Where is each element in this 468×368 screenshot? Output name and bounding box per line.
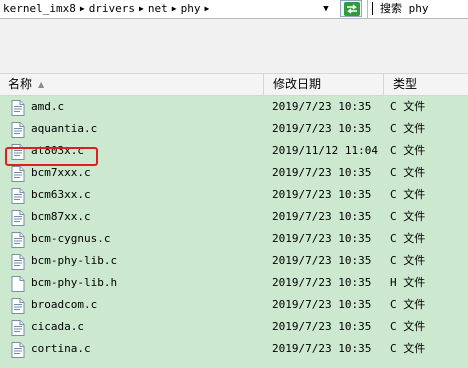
file-name: bcm-phy-lib.c — [31, 254, 118, 267]
file-type: C 文件 — [390, 210, 426, 223]
address-bar[interactable]: kernel_imx8 ▶ drivers ▶ net ▶ phy ▶ ▼ 搜索 phy — [0, 0, 468, 19]
file-type: C 文件 — [390, 232, 426, 245]
breadcrumb[interactable]: kernel_imx8 ▶ drivers ▶ net ▶ phy ▶ — [3, 2, 213, 16]
breadcrumb-item[interactable]: drivers — [89, 2, 135, 16]
c-file-icon — [11, 122, 25, 138]
file-modified-date: 2019/7/23 10:35 — [272, 232, 372, 245]
file-modified-date: 2019/7/23 10:35 — [272, 188, 372, 201]
column-header: 名称 ▲ 修改日期 类型 — [0, 74, 468, 96]
file-row[interactable]: cicada.c 2019/7/23 10:35 C 文件 — [0, 316, 468, 338]
search-input[interactable]: 搜索 phy — [367, 0, 468, 18]
file-type: C 文件 — [390, 320, 426, 333]
c-file-icon — [11, 320, 25, 336]
c-file-icon — [11, 298, 25, 314]
address-history-dropdown[interactable]: ▼ — [318, 1, 334, 17]
file-name: cortina.c — [31, 342, 91, 355]
file-row[interactable]: amd.c 2019/7/23 10:35 C 文件 — [0, 96, 468, 118]
h-file-icon — [11, 276, 25, 292]
file-name: cicada.c — [31, 320, 84, 333]
file-type: H 文件 — [390, 276, 426, 289]
refresh-button[interactable] — [340, 0, 362, 17]
file-type: C 文件 — [390, 188, 426, 201]
file-name: bcm-phy-lib.h — [31, 276, 118, 289]
breadcrumb-item[interactable]: phy — [181, 2, 201, 16]
refresh-icon — [344, 2, 360, 16]
file-name: aquantia.c — [31, 122, 98, 135]
breadcrumb-chevron-icon[interactable]: ▶ — [204, 2, 209, 16]
breadcrumb-chevron-icon[interactable]: ▶ — [172, 2, 177, 16]
file-row[interactable]: cortina.c 2019/7/23 10:35 C 文件 — [0, 338, 468, 360]
column-header-date[interactable]: 修改日期 — [265, 74, 384, 95]
file-modified-date: 2019/7/23 10:35 — [272, 122, 372, 135]
highlight-annotation — [5, 147, 98, 166]
breadcrumb-chevron-icon[interactable]: ▶ — [139, 2, 144, 16]
file-modified-date: 2019/7/23 10:35 — [272, 298, 372, 311]
c-file-icon — [11, 166, 25, 182]
command-toolbar — [0, 19, 468, 74]
column-type-label: 类型 — [393, 77, 418, 91]
file-type: C 文件 — [390, 298, 426, 311]
file-type: C 文件 — [390, 144, 426, 157]
file-row[interactable]: aquantia.c 2019/7/23 10:35 C 文件 — [0, 118, 468, 140]
file-modified-date: 2019/7/23 10:35 — [272, 320, 372, 333]
file-name: bcm-cygnus.c — [31, 232, 111, 245]
c-file-icon — [11, 232, 25, 248]
text-caret — [372, 2, 373, 15]
file-row[interactable]: bcm-phy-lib.c 2019/7/23 10:35 C 文件 — [0, 250, 468, 272]
file-row[interactable]: bcm87xx.c 2019/7/23 10:35 C 文件 — [0, 206, 468, 228]
column-name-label: 名称 — [8, 77, 33, 91]
file-name: bcm87xx.c — [31, 210, 91, 223]
column-header-name[interactable]: 名称 ▲ — [0, 74, 264, 95]
file-name: bcm7xxx.c — [31, 166, 91, 179]
file-name: amd.c — [31, 100, 65, 113]
breadcrumb-item[interactable]: kernel_imx8 — [3, 2, 76, 16]
file-type: C 文件 — [390, 166, 426, 179]
file-type: C 文件 — [390, 100, 426, 113]
file-modified-date: 2019/7/23 10:35 — [272, 210, 372, 223]
c-file-icon — [11, 188, 25, 204]
sort-ascending-icon: ▲ — [38, 80, 45, 89]
c-file-icon — [11, 254, 25, 270]
file-type: C 文件 — [390, 342, 426, 355]
file-row[interactable]: bcm63xx.c 2019/7/23 10:35 C 文件 — [0, 184, 468, 206]
file-row[interactable]: bcm-phy-lib.h 2019/7/23 10:35 H 文件 — [0, 272, 468, 294]
file-modified-date: 2019/7/23 10:35 — [272, 166, 372, 179]
c-file-icon — [11, 100, 25, 116]
search-text: 搜索 phy — [380, 2, 429, 15]
file-row[interactable]: broadcom.c 2019/7/23 10:35 C 文件 — [0, 294, 468, 316]
file-modified-date: 2019/11/12 11:04 — [272, 144, 378, 157]
file-modified-date: 2019/7/23 10:35 — [272, 276, 372, 289]
file-modified-date: 2019/7/23 10:35 — [272, 254, 372, 267]
file-modified-date: 2019/7/23 10:35 — [272, 342, 372, 355]
file-row[interactable]: bcm-cygnus.c 2019/7/23 10:35 C 文件 — [0, 228, 468, 250]
column-header-type[interactable]: 类型 — [385, 74, 468, 95]
file-type: C 文件 — [390, 254, 426, 267]
file-type: C 文件 — [390, 122, 426, 135]
file-name: broadcom.c — [31, 298, 98, 311]
column-date-label: 修改日期 — [273, 77, 322, 91]
c-file-icon — [11, 210, 25, 226]
c-file-icon — [11, 342, 25, 358]
file-modified-date: 2019/7/23 10:35 — [272, 100, 372, 113]
file-name: bcm63xx.c — [31, 188, 91, 201]
breadcrumb-chevron-icon[interactable]: ▶ — [80, 2, 85, 16]
breadcrumb-item[interactable]: net — [148, 2, 168, 16]
